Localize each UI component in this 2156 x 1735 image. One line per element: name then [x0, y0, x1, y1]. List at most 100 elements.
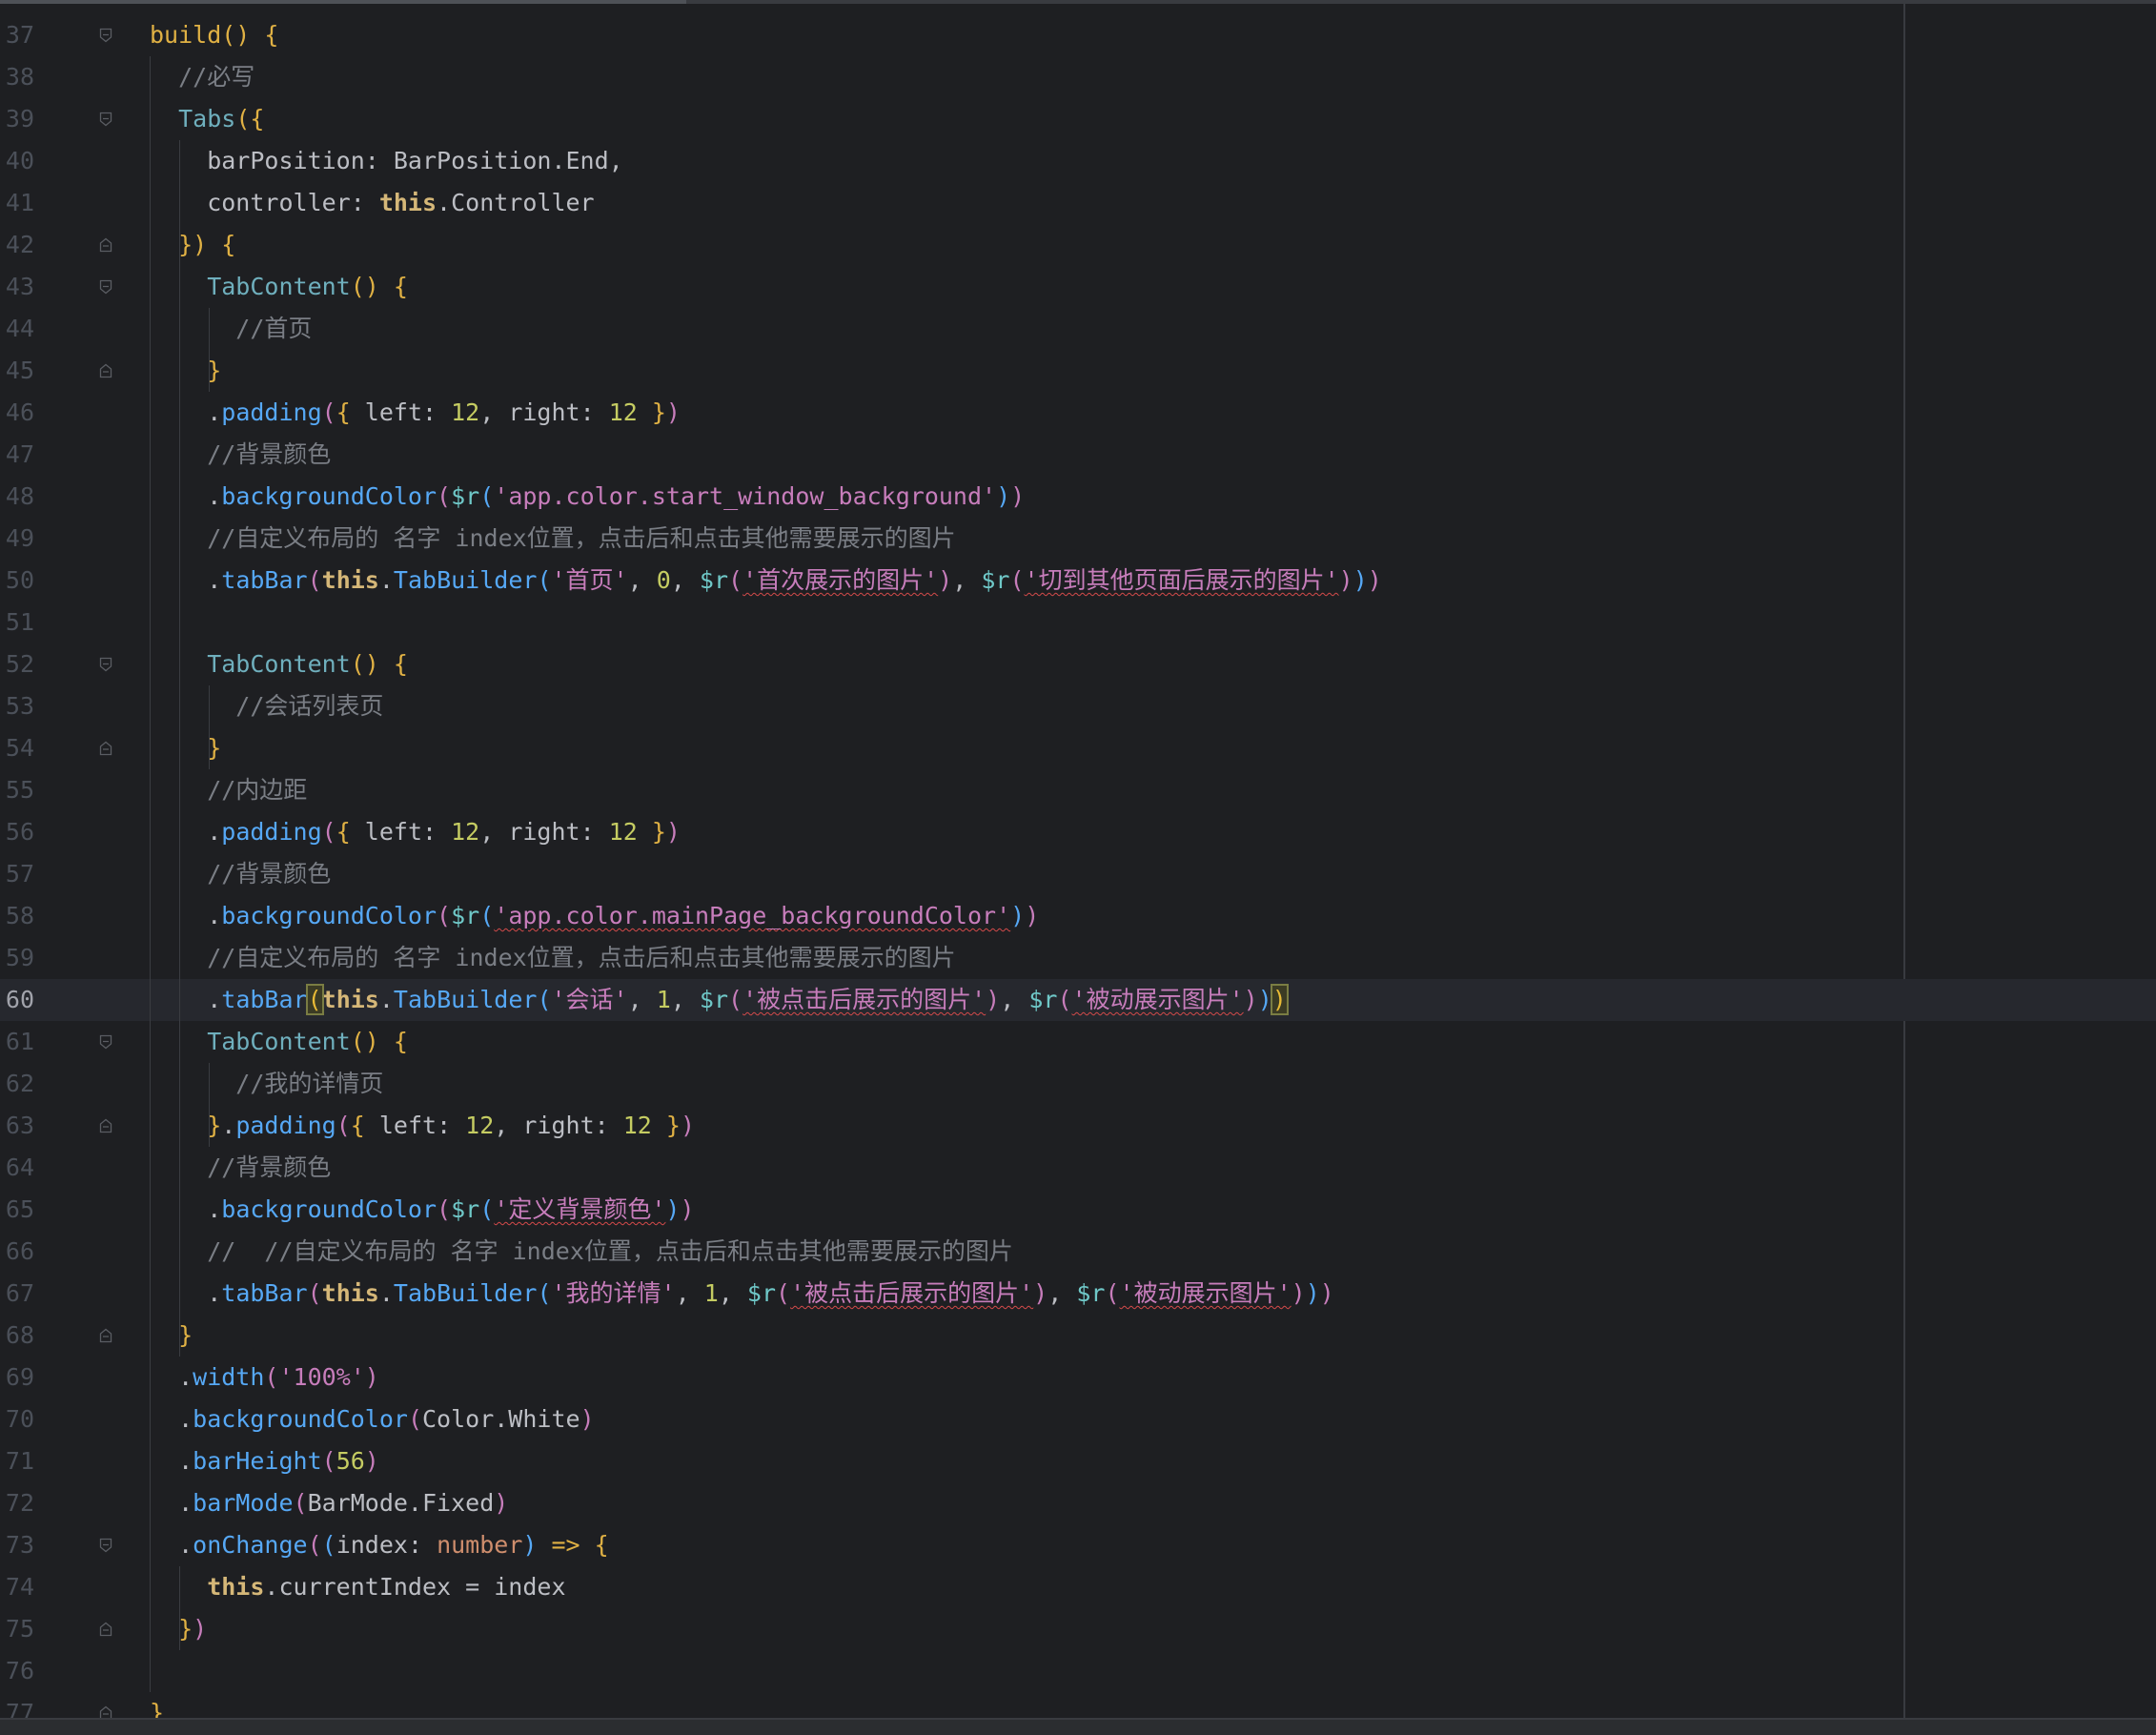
- code-line[interactable]: 40 barPosition: BarPosition.End,: [0, 140, 2156, 182]
- horizontal-scrollbar[interactable]: [0, 1718, 2156, 1735]
- code-line[interactable]: 64 //背景颜色: [0, 1147, 2156, 1189]
- fold-collapse-icon[interactable]: [99, 266, 112, 308]
- code-text[interactable]: //我的详情页: [150, 1063, 383, 1105]
- code-text[interactable]: //必写: [150, 56, 254, 98]
- code-line[interactable]: 76: [0, 1650, 2156, 1692]
- fold-end-icon[interactable]: [99, 350, 112, 392]
- code-line[interactable]: 50 .tabBar(this.TabBuilder('首页', 0, $r('…: [0, 560, 2156, 602]
- code-line[interactable]: 44 //首页: [0, 308, 2156, 350]
- line-number: 68: [5, 1321, 34, 1349]
- code-text[interactable]: .width('100%'): [150, 1357, 379, 1398]
- fold-end-icon[interactable]: [99, 1608, 112, 1650]
- code-line[interactable]: 74 this.currentIndex = index: [0, 1566, 2156, 1608]
- code-text[interactable]: .backgroundColor($r('app.color.start_win…: [150, 476, 1025, 518]
- code-line[interactable]: 41 controller: this.Controller: [0, 182, 2156, 224]
- code-text[interactable]: .onChange((index: number) => {: [150, 1524, 609, 1566]
- code-line[interactable]: 68 }: [0, 1315, 2156, 1357]
- fold-end-icon[interactable]: [99, 224, 112, 266]
- fold-collapse-icon[interactable]: [99, 1021, 112, 1063]
- code-text[interactable]: }.padding({ left: 12, right: 12 }): [150, 1105, 695, 1147]
- code-text[interactable]: controller: this.Controller: [150, 182, 594, 224]
- fold-collapse-icon[interactable]: [99, 98, 112, 140]
- code-token: (: [1057, 986, 1072, 1013]
- code-token: //背景颜色: [150, 440, 332, 468]
- code-line[interactable]: 67 .tabBar(this.TabBuilder('我的详情', 1, $r…: [0, 1273, 2156, 1315]
- code-text[interactable]: TabContent() {: [150, 266, 408, 308]
- code-line[interactable]: 63 }.padding({ left: 12, right: 12 }): [0, 1105, 2156, 1147]
- code-line[interactable]: 55 //内边距: [0, 769, 2156, 811]
- code-text[interactable]: //首页: [150, 308, 312, 350]
- code-text[interactable]: // //自定义布局的 名字 index位置，点击后和点击其他需要展示的图片: [150, 1231, 1013, 1273]
- code-text[interactable]: //背景颜色: [150, 1147, 331, 1189]
- code-text[interactable]: .barMode(BarMode.Fixed): [150, 1482, 508, 1524]
- code-text[interactable]: .tabBar(this.TabBuilder('我的详情', 1, $r('被…: [150, 1273, 1334, 1315]
- code-text[interactable]: TabContent() {: [150, 1021, 408, 1063]
- fold-end-icon[interactable]: [99, 1315, 112, 1357]
- fold-collapse-icon[interactable]: [99, 643, 112, 685]
- code-text[interactable]: .backgroundColor(Color.White): [150, 1398, 595, 1440]
- code-token: }: [150, 357, 222, 384]
- code-line[interactable]: 69 .width('100%'): [0, 1357, 2156, 1398]
- code-line[interactable]: 49 //自定义布局的 名字 index位置，点击后和点击其他需要展示的图片: [0, 518, 2156, 560]
- code-line[interactable]: 45 }: [0, 350, 2156, 392]
- code-text[interactable]: .backgroundColor($r('定义背景颜色')): [150, 1189, 694, 1231]
- code-text[interactable]: .tabBar(this.TabBuilder('会话', 1, $r('被点击…: [150, 979, 1289, 1021]
- code-line[interactable]: 51: [0, 602, 2156, 643]
- code-line[interactable]: 48 .backgroundColor($r('app.color.start_…: [0, 476, 2156, 518]
- code-text[interactable]: .padding({ left: 12, right: 12 }): [150, 392, 681, 434]
- code-text[interactable]: Tabs({: [150, 98, 264, 140]
- fold-collapse-icon[interactable]: [99, 14, 112, 56]
- line-number: 67: [5, 1279, 34, 1307]
- code-text[interactable]: .tabBar(this.TabBuilder('首页', 0, $r('首次展…: [150, 560, 1382, 602]
- code-text[interactable]: //自定义布局的 名字 index位置，点击后和点击其他需要展示的图片: [150, 937, 955, 979]
- code-line[interactable]: 58 .backgroundColor($r('app.color.mainPa…: [0, 895, 2156, 937]
- code-text[interactable]: }: [150, 1315, 193, 1357]
- code-line[interactable]: 73 .onChange((index: number) => {: [0, 1524, 2156, 1566]
- code-line[interactable]: 72 .barMode(BarMode.Fixed): [0, 1482, 2156, 1524]
- code-text[interactable]: this.currentIndex = index: [150, 1566, 565, 1608]
- fold-collapse-icon[interactable]: [99, 1524, 112, 1566]
- code-text[interactable]: //内边距: [150, 769, 307, 811]
- code-token: backgroundColor: [221, 1195, 437, 1223]
- code-line[interactable]: 70 .backgroundColor(Color.White): [0, 1398, 2156, 1440]
- code-line[interactable]: 38 //必写: [0, 56, 2156, 98]
- code-line[interactable]: 39 Tabs({: [0, 98, 2156, 140]
- code-line[interactable]: 65 .backgroundColor($r('定义背景颜色')): [0, 1189, 2156, 1231]
- code-line[interactable]: 60 .tabBar(this.TabBuilder('会话', 1, $r('…: [0, 979, 2156, 1021]
- code-token: ,: [1000, 986, 1029, 1013]
- code-line[interactable]: 46 .padding({ left: 12, right: 12 }): [0, 392, 2156, 434]
- code-line[interactable]: 54 }: [0, 727, 2156, 769]
- code-text[interactable]: }) {: [150, 224, 235, 266]
- code-line[interactable]: 56 .padding({ left: 12, right: 12 }): [0, 811, 2156, 853]
- code-text[interactable]: //背景颜色: [150, 434, 331, 476]
- code-line[interactable]: 37 build() {: [0, 14, 2156, 56]
- code-text[interactable]: //会话列表页: [150, 685, 383, 727]
- code-line[interactable]: 62 //我的详情页: [0, 1063, 2156, 1105]
- code-line[interactable]: 75 }): [0, 1608, 2156, 1650]
- code-text[interactable]: //自定义布局的 名字 index位置，点击后和点击其他需要展示的图片: [150, 518, 955, 560]
- code-line[interactable]: 57 //背景颜色: [0, 853, 2156, 895]
- code-text[interactable]: barPosition: BarPosition.End,: [150, 140, 623, 182]
- code-text[interactable]: .padding({ left: 12, right: 12 }): [150, 811, 681, 853]
- code-line[interactable]: 66 // //自定义布局的 名字 index位置，点击后和点击其他需要展示的图…: [0, 1231, 2156, 1273]
- code-text[interactable]: build() {: [150, 14, 278, 56]
- code-text[interactable]: .barHeight(56): [150, 1440, 379, 1482]
- code-token: controller:: [150, 189, 379, 216]
- code-text[interactable]: }: [150, 350, 221, 392]
- code-text[interactable]: .backgroundColor($r('app.color.mainPage_…: [150, 895, 1039, 937]
- code-line[interactable]: 59 //自定义布局的 名字 index位置，点击后和点击其他需要展示的图片: [0, 937, 2156, 979]
- code-text[interactable]: }: [150, 727, 221, 769]
- fold-end-icon[interactable]: [99, 1105, 112, 1147]
- fold-end-icon[interactable]: [99, 727, 112, 769]
- code-line[interactable]: 47 //背景颜色: [0, 434, 2156, 476]
- code-text[interactable]: //背景颜色: [150, 853, 331, 895]
- code-line[interactable]: 61 TabContent() {: [0, 1021, 2156, 1063]
- code-line[interactable]: 42 }) {: [0, 224, 2156, 266]
- code-editor[interactable]: 37 build() {38 //必写 39 Tabs({40 barPositio…: [0, 0, 2156, 1735]
- code-line[interactable]: 43 TabContent() {: [0, 266, 2156, 308]
- code-line[interactable]: 52 TabContent() {: [0, 643, 2156, 685]
- code-text[interactable]: TabContent() {: [150, 643, 408, 685]
- code-line[interactable]: 53 //会话列表页: [0, 685, 2156, 727]
- code-token: (: [336, 1112, 351, 1139]
- code-line[interactable]: 71 .barHeight(56): [0, 1440, 2156, 1482]
